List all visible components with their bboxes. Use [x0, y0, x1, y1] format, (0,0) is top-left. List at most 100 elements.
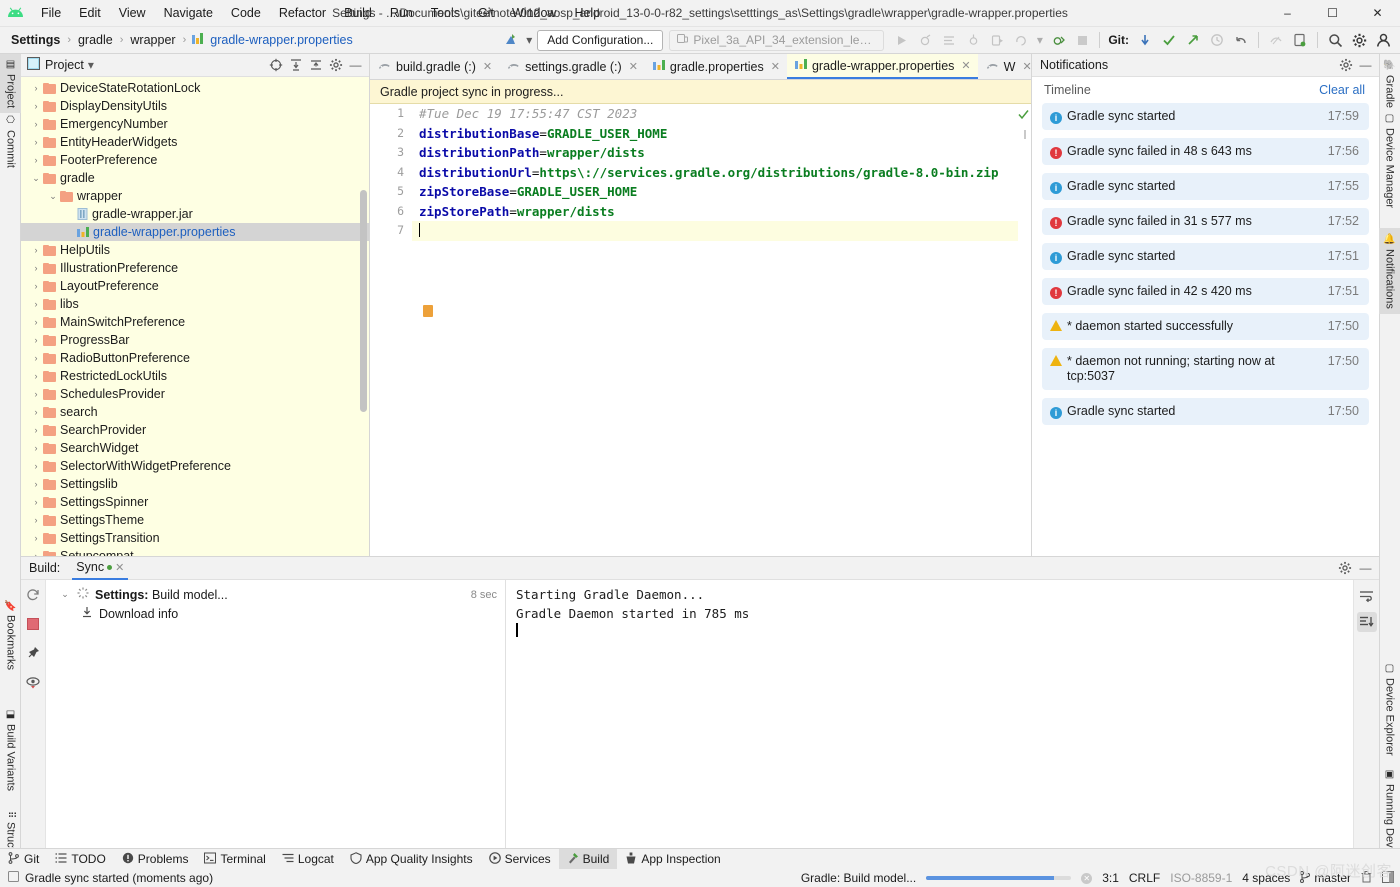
tree-item[interactable]: ›IllustrationPreference — [21, 259, 369, 277]
notification-item[interactable]: iGradle sync started17:50 — [1042, 398, 1369, 425]
project-tree-scrollbar[interactable] — [360, 190, 367, 412]
chevron-down-icon[interactable]: ⌄ — [56, 589, 74, 600]
tree-item[interactable]: ⌄wrapper — [21, 187, 369, 205]
close-icon[interactable]: ✕ — [483, 60, 492, 73]
hide-panel-icon[interactable]: — — [1356, 56, 1375, 75]
git-update-icon[interactable] — [1134, 30, 1156, 51]
sidebar-item-commit[interactable]: ⎔ Commit — [0, 110, 21, 173]
cancel-task-icon[interactable]: ✕ — [1081, 873, 1092, 884]
attach-debugger-icon[interactable] — [962, 30, 984, 51]
tree-item[interactable]: ›SettingsTransition — [21, 529, 369, 547]
tool-window-button-app-inspection[interactable]: App Inspection — [617, 849, 728, 870]
file-encoding[interactable]: ISO-8859-1 — [1170, 871, 1232, 885]
chevron-right-icon[interactable]: › — [29, 155, 43, 165]
chevron-right-icon[interactable]: › — [29, 425, 43, 435]
menu-item-help[interactable]: Help — [565, 3, 609, 23]
menu-item-navigate[interactable]: Navigate — [155, 3, 222, 23]
code-line[interactable]: distributionUrl=https\://services.gradle… — [412, 163, 1031, 183]
code-line[interactable]: #Tue Dec 19 17:55:47 CST 2023 — [412, 104, 1031, 124]
inspection-ok-icon[interactable] — [1018, 109, 1029, 123]
gear-icon[interactable] — [326, 56, 345, 75]
git-push-icon[interactable] — [1182, 30, 1204, 51]
stop-icon[interactable] — [1071, 30, 1093, 51]
layout-settings-icon[interactable] — [1382, 871, 1394, 886]
menu-item-refactor[interactable]: Refactor — [270, 3, 335, 23]
chevron-right-icon[interactable]: › — [29, 443, 43, 453]
chevron-right-icon[interactable]: › — [29, 317, 43, 327]
build-console[interactable]: Starting Gradle Daemon...Gradle Daemon s… — [506, 580, 1353, 849]
chevron-right-icon[interactable]: › — [29, 497, 43, 507]
sync-project-icon[interactable] — [499, 30, 521, 51]
build-tab-sync[interactable]: Sync ✕ — [72, 557, 128, 580]
sidebar-item-notifications[interactable]: 🔔 Notifications — [1379, 228, 1400, 314]
sidebar-item-gradle[interactable]: 🐘 Gradle — [1379, 54, 1400, 113]
tree-item[interactable]: ›FooterPreference — [21, 151, 369, 169]
tree-item[interactable]: ›SearchWidget — [21, 439, 369, 457]
run-icon[interactable] — [890, 30, 912, 51]
notification-item[interactable]: !Gradle sync failed in 31 s 577 ms17:52 — [1042, 208, 1369, 235]
indent-setting[interactable]: 4 spaces — [1242, 871, 1290, 885]
menu-item-run[interactable]: Run — [381, 3, 422, 23]
git-commit-icon[interactable] — [1158, 30, 1180, 51]
notification-item[interactable]: * daemon not running; starting now at tc… — [1042, 348, 1369, 390]
chevron-right-icon[interactable]: › — [29, 479, 43, 489]
tree-item[interactable]: ›LayoutPreference — [21, 277, 369, 295]
tool-window-button-problems[interactable]: Problems — [114, 849, 197, 870]
tree-item[interactable]: ›SchedulesProvider — [21, 385, 369, 403]
code-line[interactable]: zipStoreBase=GRADLE_USER_HOME — [412, 182, 1031, 202]
tree-item[interactable]: ›EmergencyNumber — [21, 115, 369, 133]
tree-item[interactable]: ⌄gradle — [21, 169, 369, 187]
gear-icon[interactable] — [1335, 559, 1354, 578]
git-history-icon[interactable] — [1206, 30, 1228, 51]
close-icon[interactable]: ✕ — [1022, 60, 1031, 73]
chevron-down-icon[interactable]: ⌄ — [29, 173, 43, 184]
trash-icon[interactable] — [1361, 871, 1372, 886]
menu-item-view[interactable]: View — [110, 3, 155, 23]
chevron-right-icon[interactable]: › — [29, 137, 43, 147]
menu-item-code[interactable]: Code — [222, 3, 270, 23]
tool-window-button-services[interactable]: Services — [481, 849, 559, 870]
code-editor[interactable]: 1234567 #Tue Dec 19 17:55:47 CST 2023dis… — [370, 104, 1031, 556]
sync-dropdown-icon[interactable]: ▾ — [523, 30, 535, 51]
build-task-row[interactable]: ⌄Settings: Build model...8 sec — [46, 585, 505, 604]
code-line[interactable] — [412, 221, 1031, 241]
chevron-right-icon[interactable]: › — [29, 461, 43, 471]
tool-window-button-todo[interactable]: TODO — [47, 849, 113, 870]
editor-tab[interactable]: gradle-wrapper.properties✕ — [787, 54, 978, 79]
chevron-right-icon[interactable]: › — [29, 119, 43, 129]
tree-item[interactable]: ›RestrictedLockUtils — [21, 367, 369, 385]
tree-item[interactable]: ›search — [21, 403, 369, 421]
menu-item-window[interactable]: Window — [503, 3, 565, 23]
profile-icon[interactable] — [938, 30, 960, 51]
sidebar-item-device-manager[interactable]: ▢ Device Manager — [1379, 108, 1400, 213]
build-task-tree[interactable]: ⌄Settings: Build model...8 secDownload i… — [46, 580, 506, 849]
chevron-right-icon[interactable]: › — [29, 515, 43, 525]
close-icon[interactable]: ✕ — [961, 59, 970, 72]
add-configuration-button[interactable]: Add Configuration... — [537, 30, 663, 51]
layout-inspector-icon[interactable] — [1265, 30, 1287, 51]
close-button[interactable]: ✕ — [1355, 0, 1400, 27]
stop-icon[interactable] — [24, 615, 42, 633]
undo-icon[interactable] — [1230, 30, 1252, 51]
tree-item[interactable]: ›DeviceStateRotationLock — [21, 79, 369, 97]
close-icon[interactable]: ✕ — [115, 561, 124, 574]
tree-item[interactable]: ›ProgressBar — [21, 331, 369, 349]
notification-item[interactable]: !Gradle sync failed in 42 s 420 ms17:51 — [1042, 278, 1369, 305]
notification-item[interactable]: iGradle sync started17:51 — [1042, 243, 1369, 270]
tool-window-button-build[interactable]: Build — [559, 849, 618, 870]
expand-all-icon[interactable] — [286, 56, 305, 75]
tree-item[interactable]: gradle-wrapper.properties — [21, 223, 369, 241]
tool-window-button-app-quality-insights[interactable]: App Quality Insights — [342, 849, 481, 870]
apply-changes-icon[interactable] — [986, 30, 1008, 51]
select-opened-file-icon[interactable] — [266, 56, 285, 75]
chevron-right-icon[interactable]: › — [29, 371, 43, 381]
tree-item[interactable]: ›SettingsSpinner — [21, 493, 369, 511]
breadcrumb-item-wrapper[interactable]: wrapper — [127, 32, 178, 48]
tree-item[interactable]: ›SearchProvider — [21, 421, 369, 439]
rerun-dropdown-icon[interactable]: ▾ — [1034, 30, 1045, 51]
restart-icon[interactable] — [24, 586, 42, 604]
chevron-down-icon[interactable]: ▾ — [84, 56, 98, 75]
breadcrumb-item-settings[interactable]: Settings — [8, 32, 63, 48]
pin-icon[interactable] — [24, 644, 42, 662]
project-tree[interactable]: ›DeviceStateRotationLock›DisplayDensityU… — [21, 77, 369, 556]
